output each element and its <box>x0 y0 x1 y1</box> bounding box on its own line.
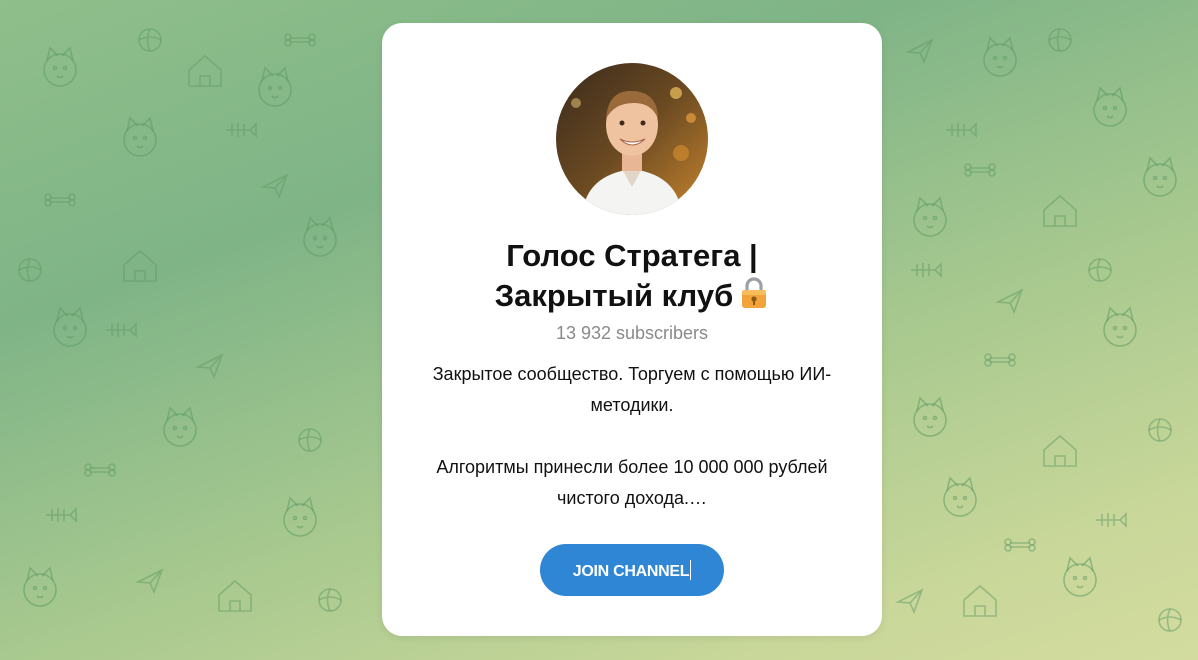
channel-avatar <box>556 63 708 215</box>
text-cursor <box>690 559 692 580</box>
description-paragraph-2: Алгоритмы принесли более 10 000 000 рубл… <box>436 457 828 508</box>
lock-icon <box>739 276 769 320</box>
channel-title-line-2: Закрытый клуб <box>494 278 734 313</box>
channel-title: Голос Стратега | Закрытый клуб <box>402 236 862 320</box>
description-paragraph-1: Закрытое сообщество. Торгуем с помощью И… <box>432 364 832 415</box>
channel-card: Голос Стратега | Закрытый клуб 13 932 su… <box>382 23 882 636</box>
channel-title-line-1: Голос Стратега | <box>506 238 758 273</box>
join-channel-button[interactable]: JOIN CHANNEL <box>540 544 724 596</box>
channel-description: Закрытое сообщество. Торгуем с помощью И… <box>404 359 860 514</box>
join-channel-label: JOIN CHANNEL <box>572 562 690 580</box>
subscriber-count: 13 932 subscribers <box>555 323 709 343</box>
